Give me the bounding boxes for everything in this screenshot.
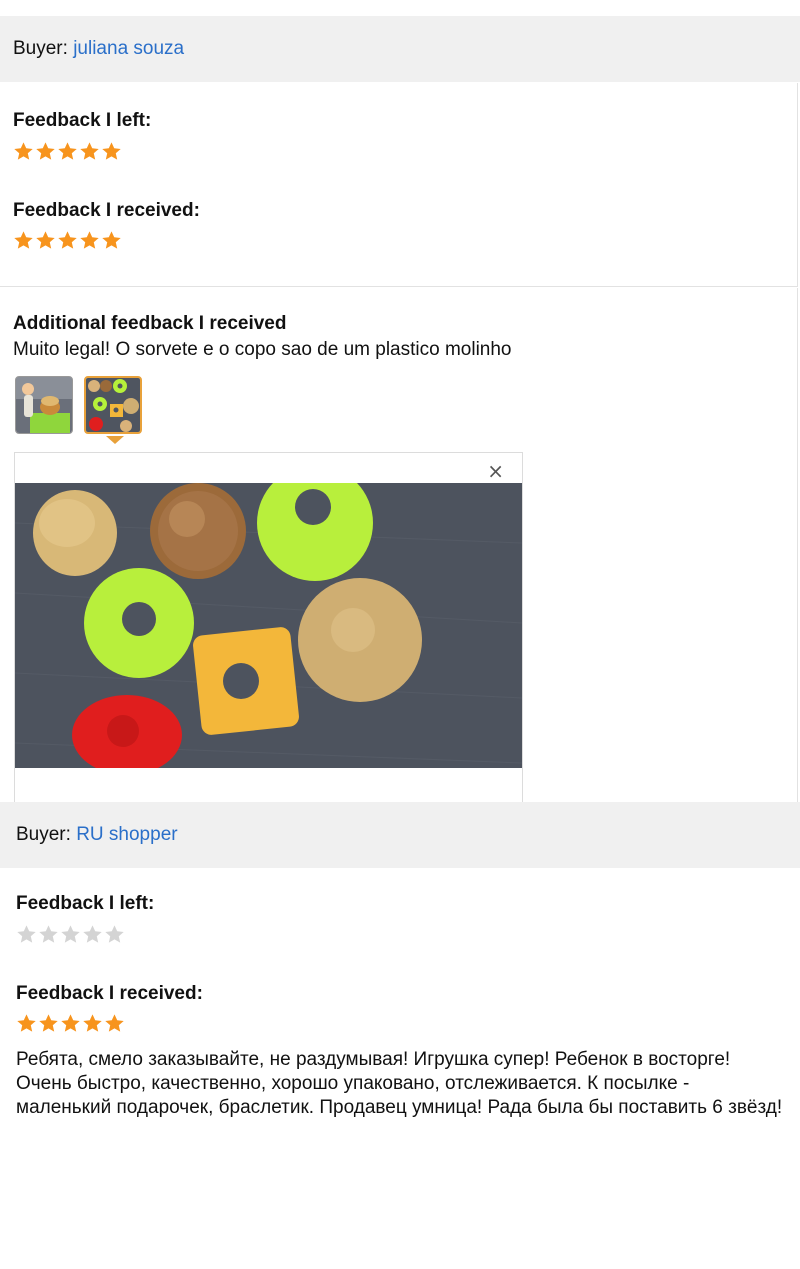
additional-feedback-panel: Additional feedback I received Muito leg… (0, 288, 798, 802)
star-icon (105, 925, 124, 943)
feedback-left-stars (13, 141, 122, 162)
additional-feedback-text: Muito legal! O sorvete e o copo sao de u… (13, 339, 512, 360)
star-icon (36, 142, 55, 160)
feedback-left-label: Feedback I left: (13, 110, 152, 131)
star-icon (83, 1014, 102, 1032)
star-icon (17, 925, 36, 943)
feedback-ratings-panel: Feedback I left: Feedback I received: (0, 83, 798, 287)
review-photo (15, 483, 522, 768)
star-icon (80, 142, 99, 160)
star-icon (105, 1014, 124, 1032)
feedback-received-label: Feedback I received: (16, 983, 203, 1004)
star-icon (61, 925, 80, 943)
star-icon (36, 231, 55, 249)
feedback-left-label: Feedback I left: (16, 893, 155, 914)
photo-thumbnail-1[interactable] (15, 376, 73, 434)
feedback-received-stars (16, 1013, 125, 1034)
thumbnail-image (16, 377, 72, 433)
buyer-label: Buyer: (16, 824, 71, 845)
photo-thumbnail-2[interactable] (84, 376, 142, 434)
review-text: Ребята, смело заказывайте, не раздумывая… (16, 1049, 783, 1118)
star-icon (80, 231, 99, 249)
buyer-bar: Buyer: juliana souza (0, 16, 800, 82)
star-icon (58, 142, 77, 160)
star-icon (83, 925, 102, 943)
buyer-name-link[interactable]: RU shopper (76, 824, 177, 845)
buyer-bar: Buyer: RU shopper (0, 802, 800, 868)
star-icon (14, 142, 33, 160)
star-icon (58, 231, 77, 249)
thumbnail-image (86, 378, 140, 432)
star-icon (61, 1014, 80, 1032)
star-icon (14, 231, 33, 249)
star-icon (102, 231, 121, 249)
feedback-received-label: Feedback I received: (13, 200, 200, 221)
close-icon[interactable]: × (487, 459, 504, 483)
additional-feedback-heading: Additional feedback I received (13, 313, 287, 334)
star-icon (102, 142, 121, 160)
photo-viewer: × (14, 452, 523, 802)
star-icon (17, 1014, 36, 1032)
active-thumbnail-pointer (106, 436, 124, 444)
buyer-name-link[interactable]: juliana souza (73, 38, 184, 59)
buyer-label: Buyer: (13, 38, 68, 59)
top-strip (0, 0, 800, 16)
star-icon (39, 925, 58, 943)
feedback-received-stars (13, 230, 122, 251)
feedback-ratings-panel: Feedback I left: Feedback I received: Ре… (0, 868, 800, 1168)
feedback-left-stars (16, 924, 125, 945)
star-icon (39, 1014, 58, 1032)
review-photo-image (15, 483, 522, 768)
